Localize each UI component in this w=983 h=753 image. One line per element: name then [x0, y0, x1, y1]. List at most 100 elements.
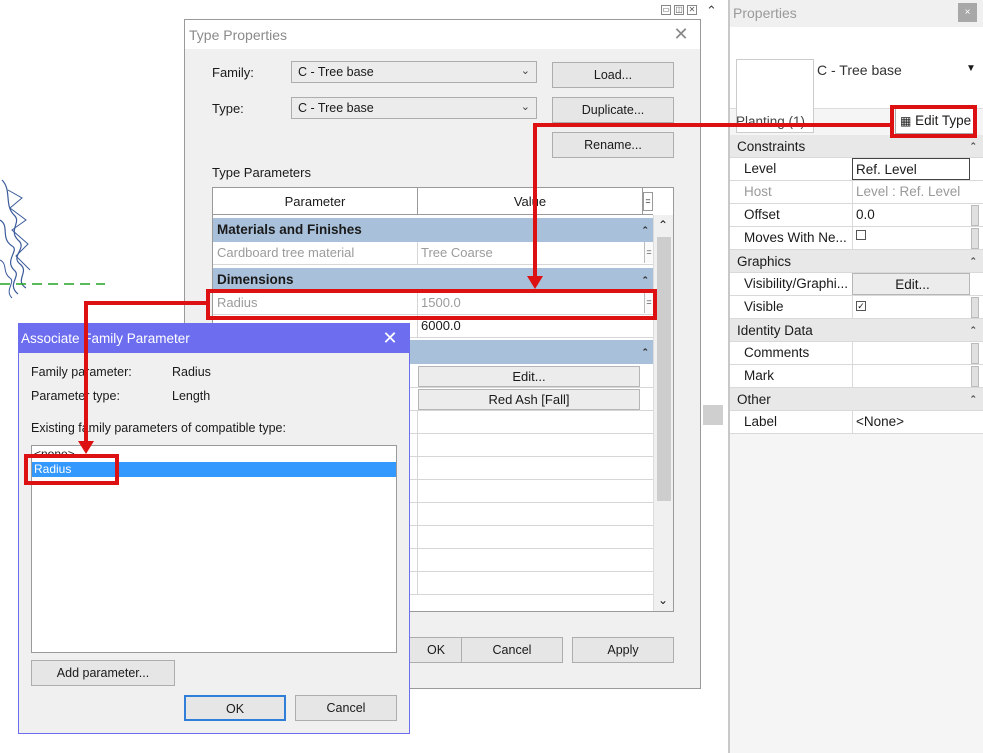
section-identity[interactable]: Identity Data ⌃ — [730, 319, 983, 342]
prop-value-select[interactable]: <None> — [852, 411, 970, 433]
grid-scrollbar[interactable]: ⌃ ⌄ — [653, 215, 673, 611]
canvas-scroll-up-icon[interactable]: ⌃ — [706, 3, 717, 19]
param-edit-button[interactable]: Edit... — [418, 366, 640, 387]
param-row-material[interactable]: Cardboard tree material Tree Coarse = — [213, 242, 653, 265]
restore-icon[interactable]: ◫ — [674, 5, 684, 15]
scroll-up-icon[interactable]: ⌃ — [658, 218, 668, 232]
canvas-scrollbar-thumb[interactable] — [703, 405, 723, 425]
scroll-down-icon[interactable]: ⌄ — [658, 593, 668, 607]
section-graphics-label: Graphics — [737, 254, 792, 269]
annotation-box-radius-row — [206, 289, 657, 320]
collapse-icon[interactable]: ⌃ — [969, 250, 977, 273]
view-window-controls[interactable]: ▭ ◫ ✕ — [658, 4, 697, 15]
prop-value — [852, 227, 970, 249]
prop-value: Level : Ref. Level — [852, 181, 970, 203]
group-dimensions-label: Dimensions — [217, 272, 294, 287]
prop-value-input[interactable] — [852, 365, 970, 387]
cancel-button[interactable]: Cancel — [461, 637, 563, 663]
associate-param-button[interactable] — [971, 228, 979, 249]
collapse-icon[interactable]: ⌃ — [641, 340, 649, 364]
annotation-box-edit-type — [890, 105, 977, 138]
collapse-icon[interactable]: ⌃ — [641, 218, 649, 242]
close-icon[interactable]: ✕ — [671, 24, 691, 44]
type-select[interactable]: C - Tree base ⌄ — [291, 97, 537, 119]
ok-button[interactable]: OK — [184, 695, 286, 721]
prop-row-level[interactable]: Level Ref. Level — [730, 158, 983, 181]
section-other[interactable]: Other ⌃ — [730, 388, 983, 411]
close-icon[interactable]: ✕ — [380, 328, 400, 348]
palette-close-icon[interactable]: × — [958, 3, 977, 22]
prop-value-input[interactable] — [852, 342, 970, 364]
minimize-icon[interactable]: ▭ — [661, 5, 671, 15]
rename-button[interactable]: Rename... — [552, 132, 674, 158]
chevron-down-icon: ⌄ — [520, 101, 530, 113]
param-name: Cardboard tree material — [217, 245, 355, 260]
load-button[interactable]: Load... — [552, 62, 674, 88]
associate-param-button[interactable] — [971, 205, 979, 226]
prop-row-visibility[interactable]: Visibility/Graphi... Edit... — [730, 273, 983, 296]
group-materials[interactable]: Materials and Finishes ⌃ — [213, 218, 653, 242]
annotation-arrowhead — [527, 276, 543, 289]
prop-name: Comments — [744, 345, 810, 360]
parameter-type-value: Length — [172, 389, 211, 403]
properties-title: Properties — [730, 0, 983, 27]
prop-value-input[interactable]: 0.0 — [852, 204, 970, 226]
prop-row-offset[interactable]: Offset 0.0 — [730, 204, 983, 227]
family-select[interactable]: C - Tree base ⌄ — [291, 61, 537, 83]
collapse-icon[interactable]: ⌃ — [969, 319, 977, 342]
caret-down-icon[interactable]: ▼ — [966, 63, 976, 74]
collapse-icon[interactable]: ⌃ — [969, 388, 977, 411]
grid-header: Parameter Value = — [213, 188, 653, 215]
associate-param-button[interactable]: = — [644, 242, 653, 263]
associate-dialog-title: Associate Family Parameter — [21, 331, 190, 346]
param-plant-button[interactable]: Red Ash [Fall] — [418, 389, 640, 410]
prop-row-label[interactable]: Label <None> — [730, 411, 983, 434]
prop-value: ✓ — [852, 296, 970, 318]
collapse-icon[interactable]: ⌃ — [969, 135, 977, 158]
cancel-button[interactable]: Cancel — [295, 695, 397, 721]
existing-parameters-label: Existing family parameters of compatible… — [31, 421, 286, 435]
section-identity-label: Identity Data — [737, 323, 813, 338]
prop-name: Visibility/Graphi... — [744, 276, 849, 291]
prop-name: Offset — [744, 207, 780, 222]
scrollbar-thumb[interactable] — [657, 237, 671, 501]
family-select-value: C - Tree base — [298, 65, 374, 79]
associate-family-parameter-dialog: Associate Family Parameter ✕ Family para… — [18, 323, 410, 734]
moves-checkbox[interactable] — [856, 230, 866, 240]
formula-column-icon[interactable]: = — [643, 192, 653, 211]
prop-value-input[interactable]: Ref. Level — [852, 158, 970, 180]
section-other-label: Other — [737, 392, 771, 407]
prop-row-comments[interactable]: Comments — [730, 342, 983, 365]
type-selector-name: C - Tree base — [817, 62, 902, 78]
type-select-value: C - Tree base — [298, 101, 374, 115]
prop-name: Visible — [744, 299, 784, 314]
family-parameter-label: Family parameter: — [31, 365, 132, 379]
type-selector[interactable]: C - Tree base ▼ — [730, 27, 983, 133]
add-parameter-button[interactable]: Add parameter... — [31, 660, 175, 686]
type-properties-title: Type Properties — [189, 27, 288, 43]
section-constraints[interactable]: Constraints ⌃ — [730, 135, 983, 158]
close-view-icon[interactable]: ✕ — [687, 5, 697, 15]
visibility-edit-button[interactable]: Edit... — [852, 273, 970, 295]
section-graphics[interactable]: Graphics ⌃ — [730, 250, 983, 273]
annotation-line — [533, 123, 537, 278]
apply-button[interactable]: Apply — [572, 637, 674, 663]
prop-row-host: Host Level : Ref. Level — [730, 181, 983, 204]
associate-param-button[interactable] — [971, 366, 979, 387]
prop-name: Mark — [744, 368, 774, 383]
prop-row-mark[interactable]: Mark — [730, 365, 983, 388]
associate-param-button[interactable] — [971, 297, 979, 318]
column-header-value[interactable]: Value — [418, 188, 643, 215]
annotation-line — [84, 301, 88, 443]
associate-param-button[interactable] — [971, 343, 979, 364]
prop-name: Moves With Ne... — [744, 230, 847, 245]
annotation-arrowhead — [78, 441, 94, 454]
prop-row-moves[interactable]: Moves With Ne... — [730, 227, 983, 250]
palette-empty-area — [730, 434, 983, 753]
prop-name: Level — [744, 161, 777, 176]
duplicate-button[interactable]: Duplicate... — [552, 97, 674, 123]
visible-checkbox[interactable]: ✓ — [856, 301, 866, 311]
prop-row-visible[interactable]: Visible ✓ — [730, 296, 983, 319]
family-parameter-value: Radius — [172, 365, 211, 379]
column-header-parameter[interactable]: Parameter — [213, 188, 418, 215]
